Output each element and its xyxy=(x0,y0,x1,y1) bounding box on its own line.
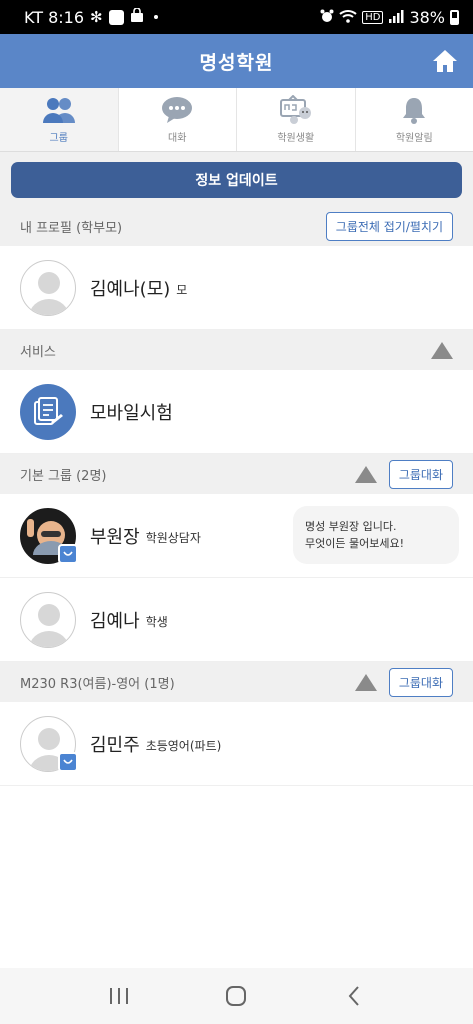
profile-section-header: 내 프로필 (학부모) 그룹전체 접기/펼치기 xyxy=(0,206,473,246)
member-name: 부원장 xyxy=(90,526,140,548)
member-name: 김예나(모) xyxy=(90,278,171,300)
service-name: 모바일시험 xyxy=(90,402,173,424)
list-item[interactable]: 김예나 학생 xyxy=(0,578,473,662)
chat-badge xyxy=(58,543,78,564)
basic-group-section-header: 기본 그룹 (2명) 그룹대화 xyxy=(0,454,473,494)
service-section-header: 서비스 xyxy=(0,330,473,370)
service-icon xyxy=(20,383,76,440)
system-nav-bar xyxy=(0,968,473,1024)
home-button[interactable] xyxy=(431,47,459,75)
app-header: 명성학원 xyxy=(0,34,473,88)
update-area: 정보 업데이트 xyxy=(0,152,473,206)
classroom-icon xyxy=(279,95,311,124)
status-message-line: 무엇이든 물어보세요! xyxy=(305,537,404,550)
list-item[interactable]: 부원장 학원상담자 명성 부원장 입니다. 무엇이든 물어보세요! xyxy=(0,494,473,578)
smile-chat-icon xyxy=(63,759,73,764)
tab-label: 학원알림 xyxy=(395,133,433,144)
tab-label: 학원생활 xyxy=(277,133,315,144)
member-role: 학원상담자 xyxy=(145,531,201,545)
collapse-triangle-icon[interactable] xyxy=(431,341,453,359)
alarm-icon xyxy=(320,8,334,27)
back-button[interactable] xyxy=(334,976,374,1016)
update-info-button[interactable]: 정보 업데이트 xyxy=(11,162,462,198)
member-role: 초등영어(파트) xyxy=(145,739,222,753)
recent-apps-icon xyxy=(109,988,128,1004)
document-icon xyxy=(34,396,63,425)
member-name: 김예나 xyxy=(90,610,140,632)
tab-bar: 그룹 대화 학원생활 학원알림 xyxy=(0,88,473,152)
chat-icon xyxy=(162,97,193,123)
member-role: 학생 xyxy=(145,615,168,629)
status-message-line: 명성 부원장 입니다. xyxy=(305,520,397,533)
tab-label: 대화 xyxy=(168,133,187,144)
more-notifications-icon xyxy=(153,15,158,19)
tab-label: 그룹 xyxy=(49,133,68,144)
home-icon xyxy=(433,50,457,72)
smile-chat-icon xyxy=(63,551,73,556)
hd-icon: HD xyxy=(362,10,384,24)
tab-academy-notice[interactable]: 학원알림 xyxy=(356,88,473,151)
battery-text: 38% xyxy=(409,7,445,27)
carrier-time: KT 8:16 xyxy=(24,7,85,27)
status-bar: KT 8:16 ✻ HD 38% xyxy=(0,0,473,34)
section-title: M230 R3(여름)-영어 (1명) xyxy=(20,676,175,692)
battery-icon xyxy=(450,9,459,25)
app-notification-icon xyxy=(108,9,124,25)
home-circle-icon xyxy=(226,986,247,1006)
tab-academy-life[interactable]: 학원생활 xyxy=(237,88,356,151)
group-chat-button[interactable]: 그룹대화 xyxy=(388,667,453,697)
toggle-all-groups-button[interactable]: 그룹전체 접기/펼치기 xyxy=(325,211,453,241)
section-title: 기본 그룹 (2명) xyxy=(20,468,107,484)
shopping-bag-icon xyxy=(130,6,144,27)
chat-badge xyxy=(58,751,78,772)
list-item[interactable]: 김예나(모) 모 xyxy=(0,246,473,330)
tab-group[interactable]: 그룹 xyxy=(0,88,119,151)
default-avatar-icon xyxy=(29,603,69,647)
member-name: 김민주 xyxy=(90,734,140,756)
fan-icon: ✻ xyxy=(90,8,103,26)
wifi-icon xyxy=(339,8,357,27)
class-group-section-header: M230 R3(여름)-영어 (1명) 그룹대화 xyxy=(0,662,473,702)
group-chat-button[interactable]: 그룹대화 xyxy=(388,459,453,489)
section-title: 내 프로필 (학부모) xyxy=(20,220,123,236)
back-chevron-icon xyxy=(348,986,359,1006)
collapse-triangle-icon[interactable] xyxy=(354,673,377,691)
bell-icon xyxy=(403,98,426,124)
service-item-mobile-test[interactable]: 모바일시험 xyxy=(0,370,473,454)
default-avatar-icon xyxy=(29,271,69,315)
collapse-triangle-icon[interactable] xyxy=(354,465,377,483)
tab-chat[interactable]: 대화 xyxy=(119,88,237,151)
home-nav-button[interactable] xyxy=(216,976,256,1016)
status-message-bubble: 명성 부원장 입니다. 무엇이든 물어보세요! xyxy=(293,506,459,564)
list-item[interactable]: 김민주 초등영어(파트) xyxy=(0,702,473,786)
member-role: 모 xyxy=(176,283,188,297)
avatar xyxy=(20,259,76,316)
group-icon xyxy=(42,98,75,123)
recent-apps-button[interactable] xyxy=(99,976,139,1016)
section-title: 서비스 xyxy=(20,344,56,360)
page-title: 명성학원 xyxy=(199,51,274,74)
signal-icon xyxy=(388,8,404,27)
avatar xyxy=(20,591,76,648)
